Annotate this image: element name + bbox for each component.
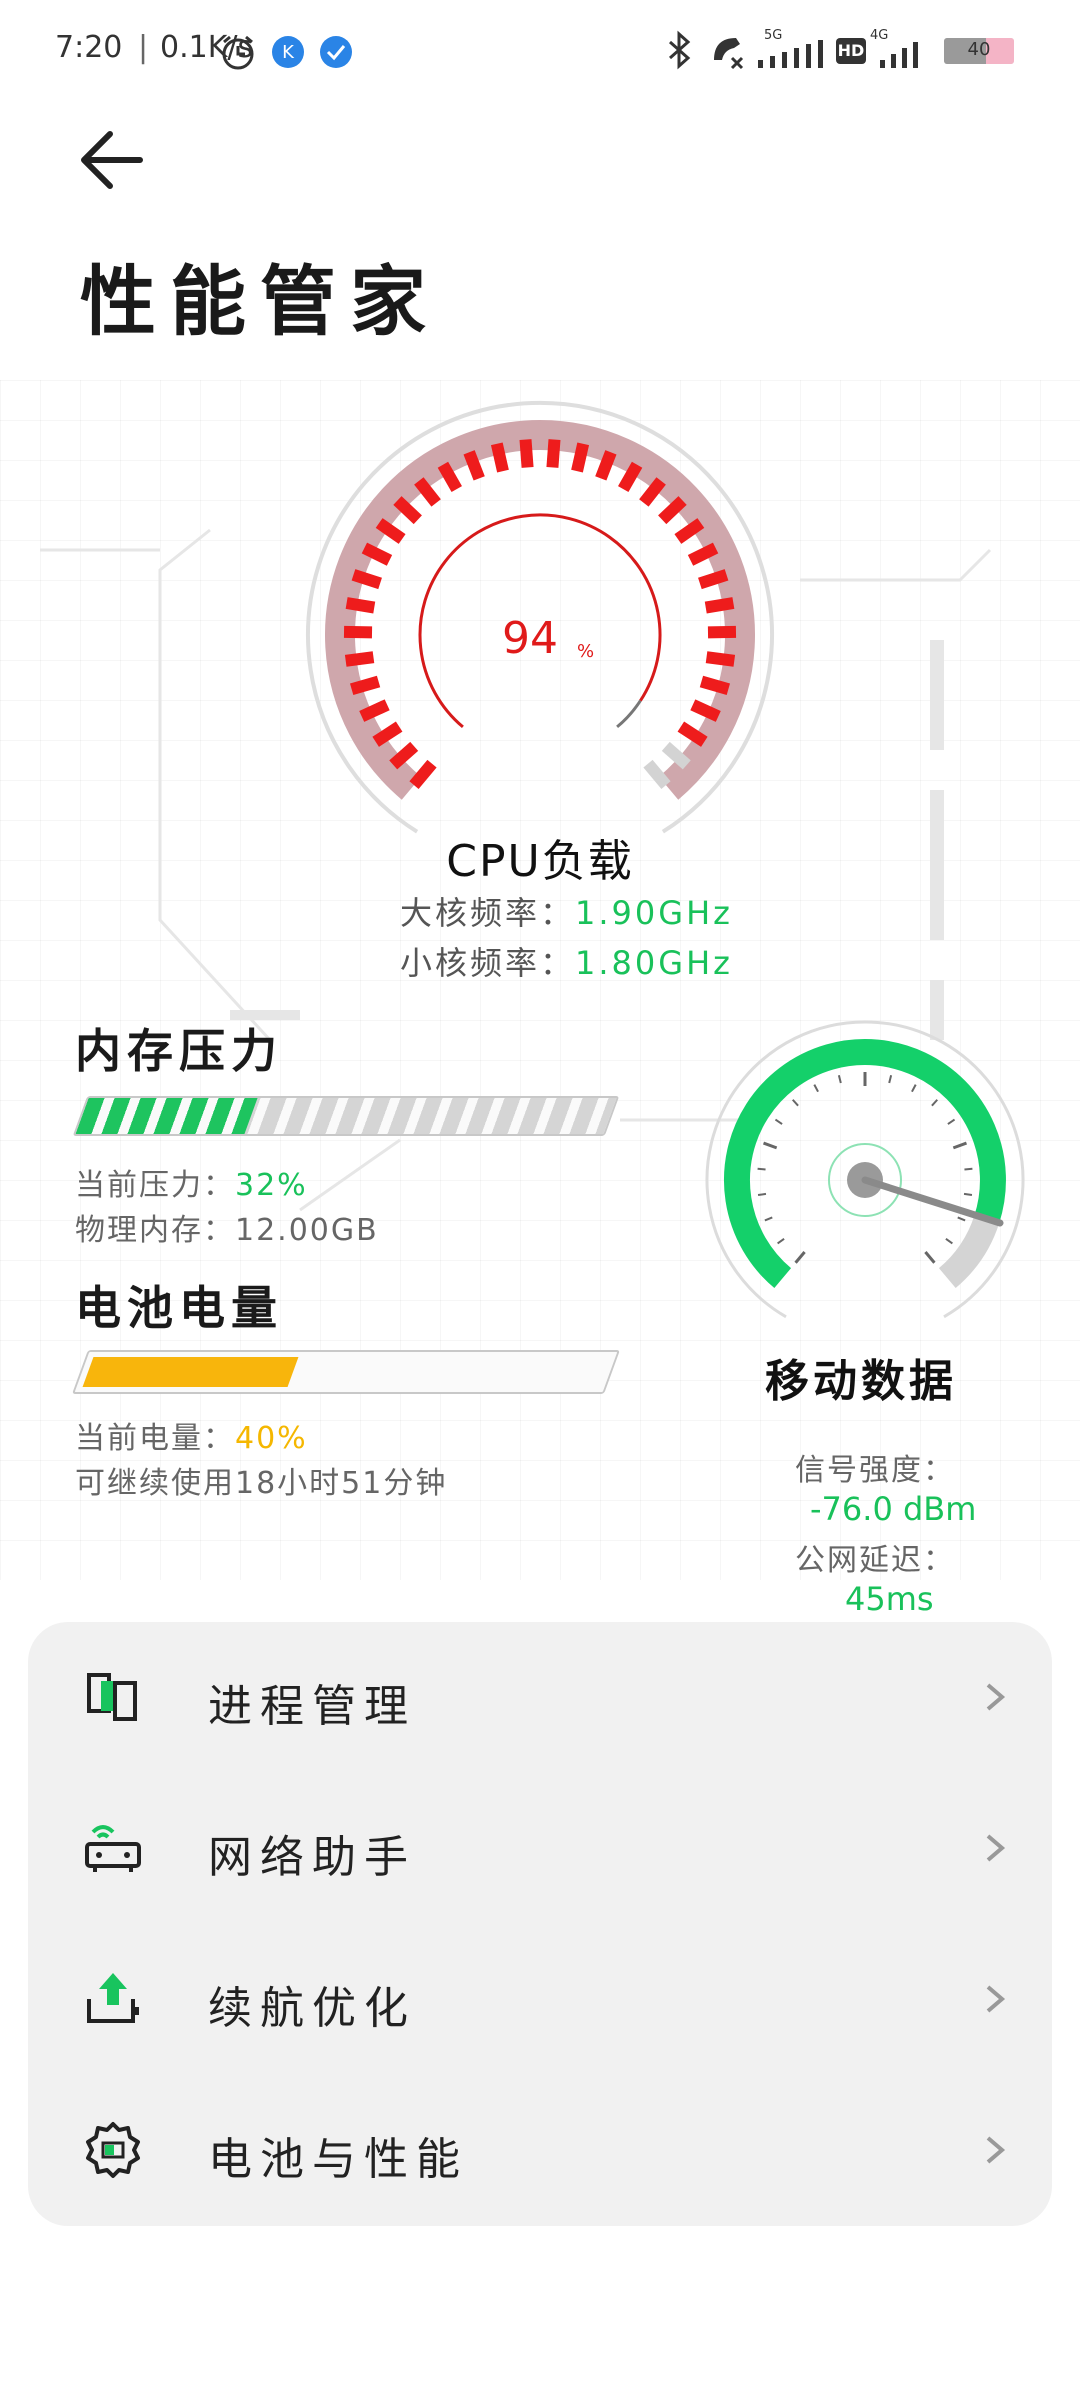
cpu-gauge-tick: [490, 442, 509, 473]
menu-item-process-management[interactable]: 进程管理: [28, 1622, 1052, 1772]
cpu-load-label: CPU负载: [446, 836, 634, 887]
signal-gauge: [705, 1020, 1025, 1319]
cpu-gauge-tick: [393, 496, 422, 525]
gear-battery-icon: [86, 2122, 140, 2178]
cpu-gauge-tick: [519, 439, 534, 468]
menu-item-label: 网络助手: [208, 1832, 416, 1883]
physical-memory-label: 物理内存：: [75, 1213, 235, 1248]
memory-pressure-value: 32%: [235, 1168, 308, 1203]
cpu-gauge-tick: [345, 597, 376, 614]
signal-gauge-tick: [947, 1118, 956, 1125]
menu-item-network-assistant[interactable]: 网络助手: [28, 1773, 1052, 1923]
app-notification-icon-2: [320, 36, 352, 68]
battery-section-title: 电池电量: [75, 1281, 283, 1335]
signal-gauge-tick: [931, 1099, 939, 1107]
chevron-right-icon: [986, 2136, 1006, 2164]
signal-gauge-tick: [952, 1141, 967, 1150]
cpu-gauge-tick: [705, 651, 736, 667]
process-icon: [87, 1673, 137, 1721]
latency-value: 45ms: [845, 1580, 934, 1618]
call-muted-icon: [714, 38, 744, 70]
signal-gauge-tick: [774, 1118, 783, 1125]
signal-4g-icon: [880, 42, 918, 68]
cpu-gauge-tick: [704, 597, 735, 614]
signal-gauge-tick: [963, 1192, 973, 1197]
chevron-right-icon: [986, 1985, 1006, 2013]
signal-gauge-tick: [924, 1251, 936, 1264]
cpu-gauge-tick: [414, 477, 441, 507]
memory-section-title: 内存压力: [75, 1024, 283, 1078]
cpu-gauge-tick: [389, 741, 419, 770]
signal-gauge-tick: [794, 1251, 806, 1264]
cpu-gauge-tick: [658, 496, 687, 525]
signal-gauge-tick: [757, 1192, 767, 1197]
signal-gauge-tick: [813, 1084, 819, 1093]
signal-gauge-tick: [757, 1167, 766, 1171]
battery-level-label: 当前电量：: [75, 1421, 235, 1456]
cpu-load-unit: %: [577, 641, 594, 662]
battery-remaining-text: 可继续使用18小时51分钟: [75, 1466, 448, 1501]
bluetooth-icon: [669, 30, 691, 70]
cpu-gauge-tick: [643, 759, 671, 790]
signal-gauge-tick: [777, 1237, 785, 1245]
memory-pressure-bar: [72, 1096, 620, 1136]
back-arrow-icon[interactable]: [70, 120, 170, 200]
cpu-gauge-tick: [661, 741, 691, 770]
signal-strength-value: -76.0 dBm: [810, 1490, 977, 1528]
cpu-gauge: 94 %: [306, 401, 774, 834]
memory-pressure-label: 当前压力：: [75, 1168, 235, 1203]
menu-item-label: 电池与性能: [208, 2134, 468, 2185]
cpu-gauge-tick: [571, 442, 590, 473]
menu-item-battery-performance[interactable]: 电池与性能: [28, 2075, 1052, 2225]
cpu-gauge-tick: [546, 439, 561, 468]
status-bar: 7:20 | 0.1K/s K 5G HD 4G 40: [0, 0, 1080, 100]
signal-gauge-tick: [763, 1141, 778, 1150]
signal-gauge-tick: [957, 1216, 966, 1222]
cpu-gauge-tick: [344, 651, 375, 667]
tools-menu-card: 进程管理 网络助手 续航优化 电池与性能: [28, 1622, 1052, 2226]
signal-5g-icon: [758, 40, 823, 68]
cpu-gauge-tick: [698, 569, 729, 590]
cpu-gauge-tick: [351, 569, 382, 590]
battery-level-bar: [71, 1350, 621, 1394]
small-core-label: 小核频率：: [400, 944, 576, 982]
signal-gauge-tick: [791, 1099, 799, 1107]
big-core-label: 大核频率：: [400, 894, 576, 932]
svg-text:K: K: [282, 42, 295, 63]
cpu-gauge-tick: [699, 675, 731, 695]
small-core-value: 1.80GHz: [575, 944, 733, 982]
big-core-value: 1.90GHz: [575, 894, 733, 932]
latency-label: 公网延迟：: [795, 1543, 955, 1578]
signal-gauge-tick: [911, 1084, 917, 1093]
signal-strength-label: 信号强度：: [795, 1453, 955, 1488]
cpu-gauge-tick: [349, 675, 381, 695]
battery-upload-icon: [87, 1973, 139, 2023]
chevron-right-icon: [986, 1683, 1006, 1711]
menu-item-label: 续航优化: [208, 1983, 416, 2034]
battery-icon: 40: [944, 38, 1014, 64]
cpu-gauge-tick: [639, 477, 666, 507]
physical-memory-value: 12.00GB: [235, 1213, 379, 1248]
mobile-data-title: 移动数据: [765, 1356, 957, 1407]
signal-gauge-tick: [837, 1074, 842, 1084]
cpu-gauge-tick: [409, 759, 437, 790]
menu-item-label: 进程管理: [208, 1681, 416, 1732]
cpu-load-value: 94: [502, 613, 558, 664]
router-icon: [85, 1825, 141, 1872]
page-title: 性能管家: [80, 257, 440, 346]
status-time: 7:20: [55, 30, 123, 65]
menu-item-endurance-optimization[interactable]: 续航优化: [28, 1924, 1052, 2074]
signal-gauge-tick: [945, 1237, 953, 1245]
chevron-right-icon: [986, 1834, 1006, 1862]
signal-gauge-tick: [764, 1216, 773, 1222]
battery-level-value: 40%: [235, 1421, 308, 1456]
hd-icon: HD: [836, 38, 866, 64]
alarm-icon: [222, 35, 254, 70]
signal-gauge-tick: [964, 1167, 973, 1171]
signal-gauge-tick: [888, 1074, 893, 1084]
app-notification-icon: K: [272, 36, 304, 68]
